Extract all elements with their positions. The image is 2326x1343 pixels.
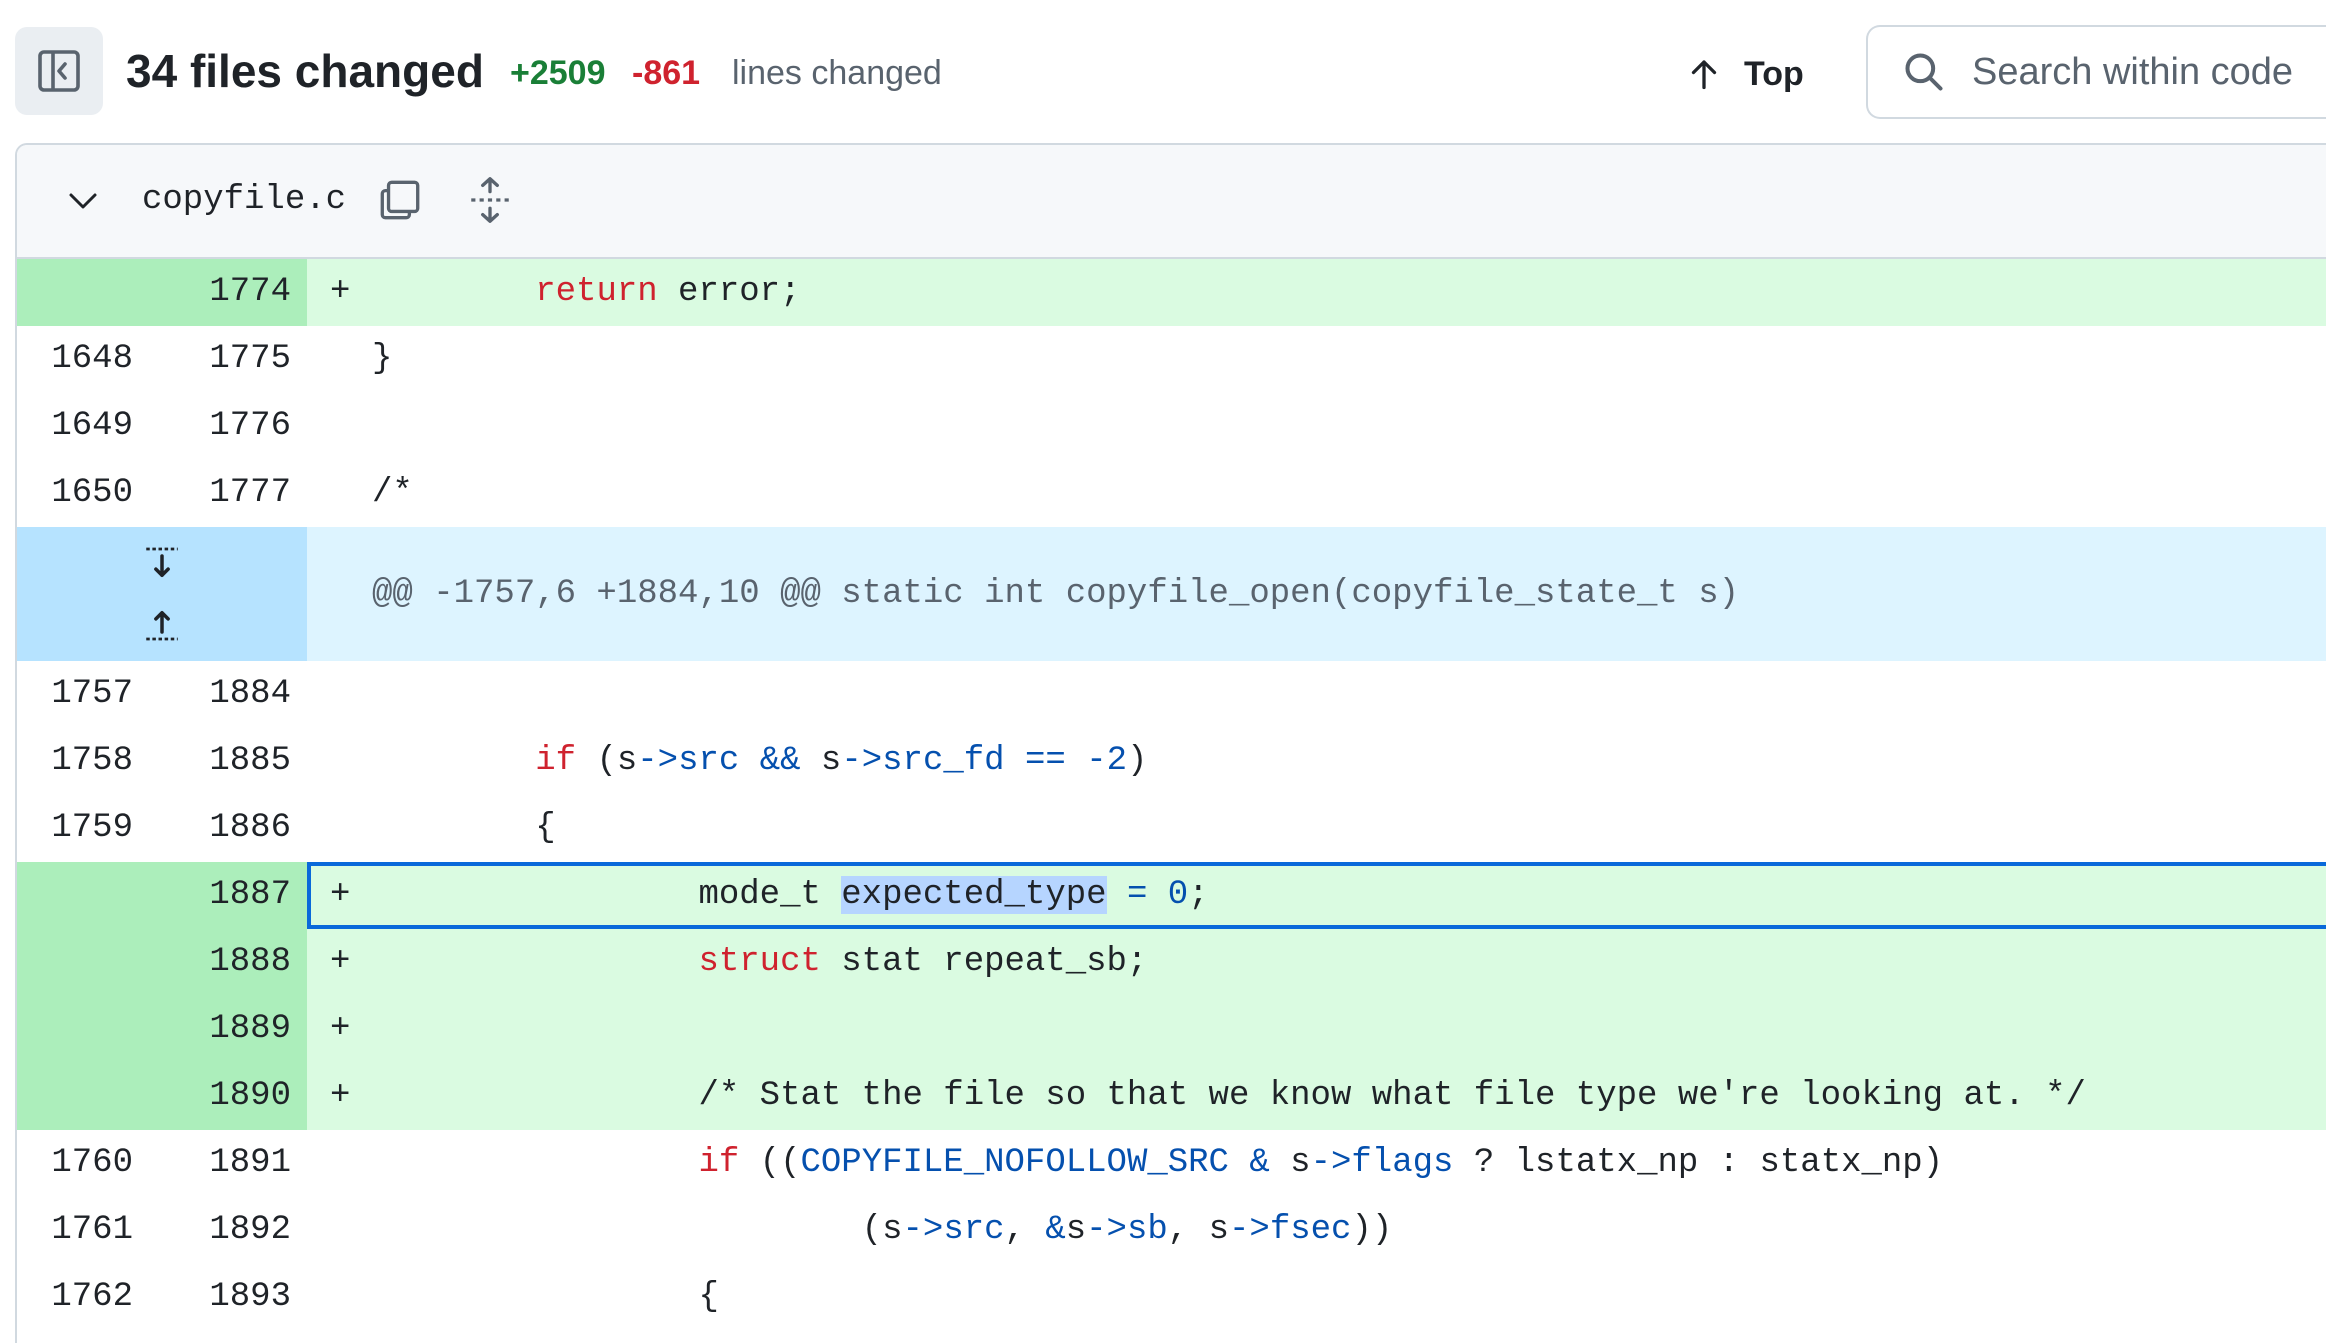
diff-line-added[interactable]: 1888 + struct stat repeat_sb; [17, 929, 2326, 996]
diff-marker: + [330, 1077, 351, 1115]
diff-line-context[interactable]: 1757 1884 [17, 661, 2326, 728]
diff-line-added[interactable]: 1890 + /* Stat the file so that we know … [17, 1063, 2326, 1130]
diff-line-added-selected[interactable]: 1887 + mode_t expected_type = 0; [17, 862, 2326, 929]
chevron-down-icon[interactable] [65, 183, 101, 219]
search-placeholder: Search within code [1972, 50, 2294, 93]
code-line: if (s->src && s->src_fd == -2) [535, 742, 1148, 780]
diff-marker: + [330, 876, 351, 914]
code-comment: /* Stat the file so that we know what fi… [372, 1077, 2086, 1115]
old-line-number[interactable]: 1648 [17, 326, 133, 393]
additions-count: +2509 [510, 54, 606, 92]
diff-line-context[interactable]: 1761 1892 (s->src, &s->sb, s->fsec)) [17, 1197, 2326, 1264]
new-line-number[interactable]: 1890 [133, 1063, 291, 1130]
new-line-number[interactable]: 1775 [133, 326, 291, 393]
code-line: return error; [535, 273, 801, 311]
diff-line-context[interactable]: 1648 1775 } [17, 326, 2326, 393]
code-line: struct stat repeat_sb; [698, 943, 1148, 981]
code-line: /* [372, 474, 413, 512]
diff-toolbar: 34 files changed +2509 -861 lines change… [0, 0, 2326, 140]
diff-line-context[interactable]: 1649 1776 [17, 393, 2326, 460]
fold-icon[interactable] [465, 175, 515, 225]
diff-line-context[interactable]: 1650 1777 /* [17, 460, 2326, 527]
new-line-number[interactable]: 1774 [133, 259, 291, 326]
search-within-code-input[interactable]: Search within code [1866, 25, 2326, 119]
hunk-header: @@ -1757,6 +1884,10 @@ static int copyfi… [17, 527, 2326, 661]
new-line-number[interactable]: 1884 [133, 661, 291, 728]
deletions-count: -861 [632, 54, 701, 92]
sidebar-expand-icon [38, 50, 80, 92]
code-line: { [372, 809, 556, 847]
file-tree-toggle-button[interactable] [15, 27, 103, 115]
lines-changed-label: lines changed [732, 54, 942, 92]
old-line-number[interactable]: 1760 [17, 1130, 133, 1197]
code-line: } [372, 340, 393, 378]
diff-marker: + [330, 1010, 351, 1048]
code-line: { [372, 1278, 719, 1316]
code-line: if ((COPYFILE_NOFOLLOW_SRC & s->flags ? … [698, 1144, 1944, 1182]
old-line-number[interactable]: 1650 [17, 460, 133, 527]
new-line-number[interactable]: 1885 [133, 728, 291, 795]
new-line-number[interactable]: 1776 [133, 393, 291, 460]
new-line-number[interactable]: 1893 [133, 1264, 291, 1331]
diff-line-context[interactable]: 1762 1893 { [17, 1264, 2326, 1331]
new-line-number[interactable]: 1891 [133, 1130, 291, 1197]
code-line: (s->src, &s->sb, s->fsec)) [372, 1211, 1393, 1249]
new-line-number[interactable]: 1887 [133, 862, 291, 929]
search-icon [1905, 53, 1943, 91]
old-line-number[interactable]: 1759 [17, 795, 133, 862]
old-line-number[interactable] [17, 1063, 133, 1130]
files-changed-count: 34 files changed [126, 45, 484, 97]
scroll-to-top-button[interactable]: Top [1686, 40, 1836, 108]
diff-line-context[interactable]: 1758 1885 if (s->src && s->src_fd == -2) [17, 728, 2326, 795]
file-name[interactable]: copyfile.c [142, 181, 346, 219]
old-line-number[interactable] [17, 929, 133, 996]
new-line-number[interactable]: 1886 [133, 795, 291, 862]
diff-marker: + [330, 943, 351, 981]
old-line-number[interactable] [17, 862, 133, 929]
hunk-header-text: @@ -1757,6 +1884,10 @@ static int copyfi… [372, 575, 1740, 613]
old-line-number[interactable]: 1761 [17, 1197, 133, 1264]
diff-line-added[interactable]: 1889 + [17, 996, 2326, 1063]
diff-marker: + [330, 273, 351, 311]
diff-line-context[interactable]: 1760 1891 if ((COPYFILE_NOFOLLOW_SRC & s… [17, 1130, 2326, 1197]
new-line-number[interactable]: 1889 [133, 996, 291, 1063]
file-header: copyfile.c [17, 145, 2326, 259]
old-line-number[interactable]: 1758 [17, 728, 133, 795]
new-line-number[interactable]: 1892 [133, 1197, 291, 1264]
old-line-number[interactable]: 1649 [17, 393, 133, 460]
new-line-number[interactable]: 1777 [133, 460, 291, 527]
file-diff: copyfile.c 1774 + return error; 1648 177… [15, 143, 2326, 1343]
new-line-number[interactable]: 1888 [133, 929, 291, 996]
code-line: mode_t expected_type = 0; [372, 876, 1209, 914]
old-line-number[interactable] [17, 996, 133, 1063]
top-label: Top [1744, 54, 1804, 93]
old-line-number[interactable]: 1757 [17, 661, 133, 728]
old-line-number[interactable]: 1762 [17, 1264, 133, 1331]
diff-line-added[interactable]: 1774 + return error; [17, 259, 2326, 326]
diff-line-context[interactable]: 1759 1886 { [17, 795, 2326, 862]
old-line-number[interactable] [17, 259, 133, 326]
diff-lines: 1774 + return error; 1648 1775 } 1649 17… [17, 259, 2326, 1331]
expand-down-icon[interactable] [141, 545, 183, 581]
arrow-up-icon [1691, 60, 1717, 90]
copy-icon[interactable] [375, 175, 425, 225]
expand-up-icon[interactable] [141, 607, 183, 643]
